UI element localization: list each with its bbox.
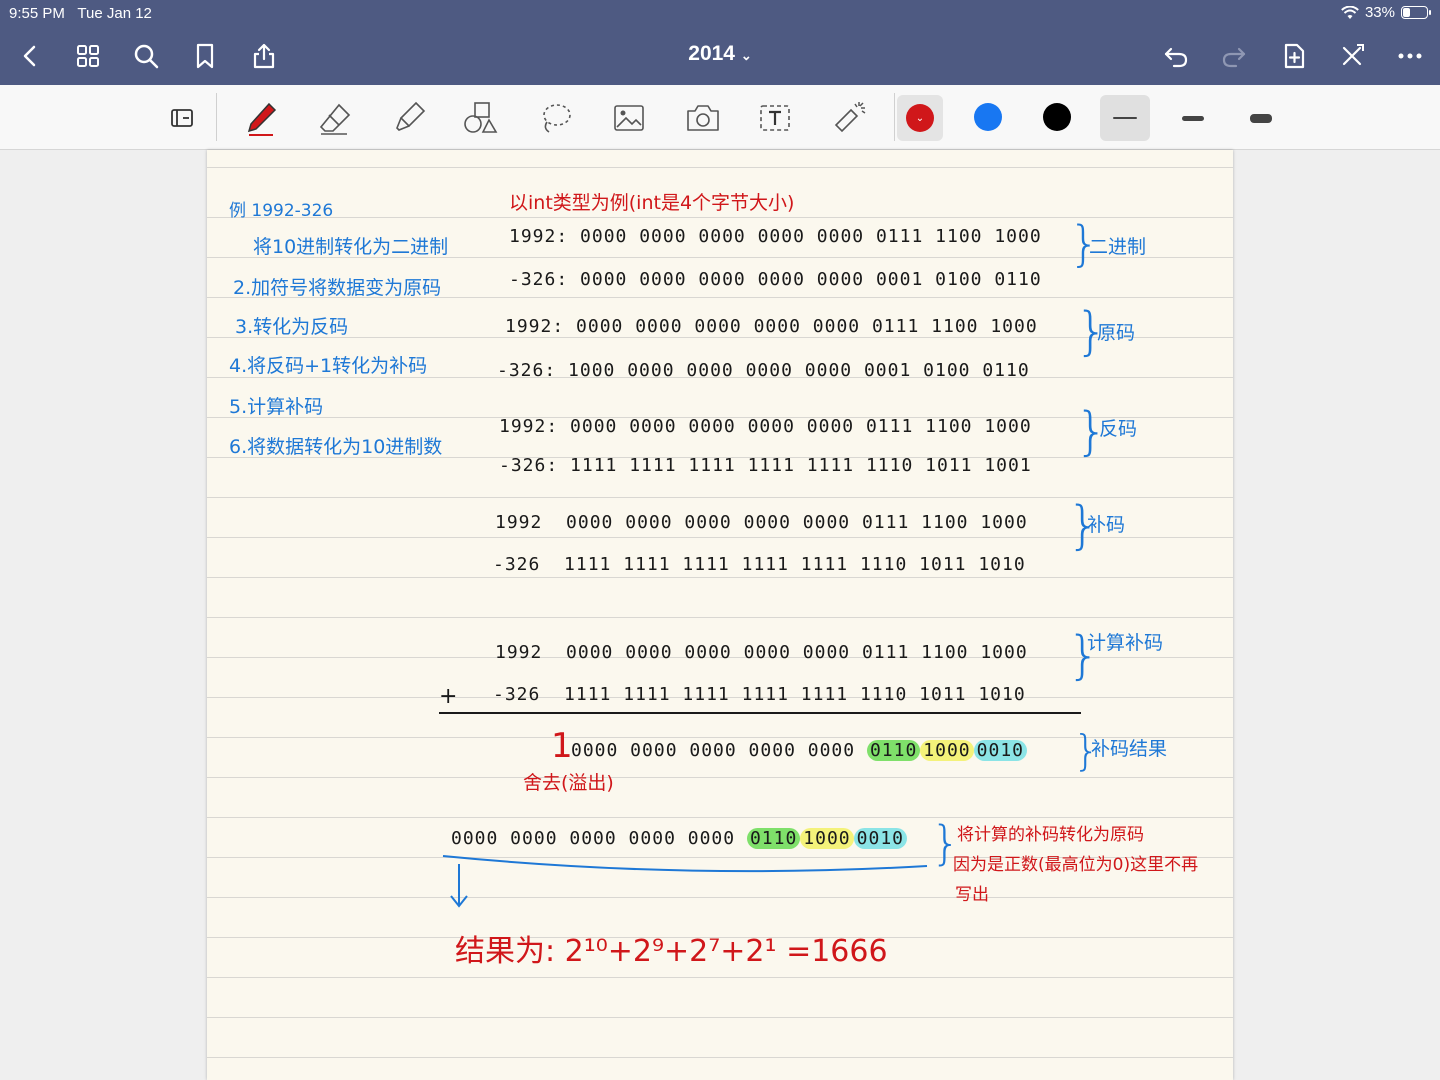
final-bits: 0000 0000 0000 0000 0000 0110 1000 0010: [451, 828, 908, 849]
original-tag: 原码: [1097, 322, 1136, 344]
search-icon[interactable]: [128, 38, 164, 74]
binary-neg326: -326: 0000 0000 0000 0000 0000 0001 0100…: [509, 269, 1042, 290]
sum-underline: [439, 712, 1081, 714]
chevron-down-icon: ⌄: [740, 48, 752, 63]
binary-tag: 二进制: [1089, 236, 1147, 258]
wifi-icon: [1341, 5, 1359, 19]
final-note-2: 因为是正数(最高位为0)这里不再: [953, 855, 1199, 875]
step-3: 3.转化为反码: [235, 316, 349, 338]
battery-percent: 33%: [1364, 4, 1395, 21]
step-1: 将10进制转化为二进制: [253, 236, 449, 258]
twos-neg326: -326 1111 1111 1111 1111 1111 1110 1011 …: [493, 554, 1026, 575]
stroke-width-thin[interactable]: [1100, 95, 1150, 141]
battery-icon: [1401, 6, 1431, 19]
ones-tag: 反码: [1099, 418, 1138, 440]
camera-icon[interactable]: [680, 95, 726, 141]
result-tag: 补码结果: [1091, 738, 1168, 760]
carry-bit: 1: [551, 726, 573, 766]
original-1992: 1992: 0000 0000 0000 0000 0000 0111 1100…: [505, 316, 1038, 337]
share-icon[interactable]: [246, 38, 282, 74]
heading: 以int类型为例(int是4个字节大小): [509, 192, 795, 214]
calc-neg326: -326 1111 1111 1111 1111 1111 1110 1011 …: [493, 684, 1026, 705]
step-6: 6.将数据转化为10进制数: [229, 436, 443, 458]
status-time: 9:55 PM Tue Jan 12: [9, 5, 152, 22]
close-tools-icon[interactable]: [1334, 38, 1370, 74]
shapes-icon[interactable]: [458, 95, 504, 141]
redo-icon[interactable]: [1216, 38, 1252, 74]
document-title[interactable]: 2014 ⌄: [620, 42, 820, 66]
original-neg326: -326: 1000 0000 0000 0000 0000 0001 0100…: [497, 360, 1030, 381]
arrow-down: [442, 855, 928, 908]
highlighter-icon[interactable]: [386, 95, 432, 141]
bookmark-icon[interactable]: [187, 38, 223, 74]
laser-pointer-icon[interactable]: [826, 95, 872, 141]
nav-bar: 2014 ⌄: [0, 28, 1440, 85]
step-2: 2.加符号将数据变为原码: [233, 277, 442, 299]
add-page-icon[interactable]: [1276, 38, 1312, 74]
chevron-down-icon: ⌄: [906, 104, 934, 132]
step-4: 4.将反码+1转化为补码: [229, 355, 428, 377]
note-page[interactable]: 例 1992-326 将10进制转化为二进制 2.加符号将数据变为原码 3.转化…: [207, 150, 1233, 1080]
calc-tag: 计算补码: [1087, 632, 1164, 654]
image-icon[interactable]: [606, 95, 652, 141]
final-answer: 结果为: 2¹⁰+2⁹+2⁷+2¹ =1666: [455, 934, 888, 969]
binary-1992: 1992: 0000 0000 0000 0000 0000 0111 1100…: [509, 226, 1042, 247]
tool-bar: ⌄: [0, 85, 1440, 150]
pen-icon[interactable]: [238, 95, 284, 141]
back-chevron-icon[interactable]: [12, 38, 48, 74]
overflow-note: 舍去(溢出): [523, 772, 614, 794]
result-bits: 0000 0000 0000 0000 0000 0110 1000 0010: [571, 740, 1028, 761]
final-note-1: 将计算的补码转化为原码: [957, 825, 1144, 845]
status-bar: 9:55 PM Tue Jan 12 33%: [0, 0, 1440, 28]
color-swatch-black[interactable]: [1043, 103, 1071, 131]
stroke-width-medium[interactable]: [1168, 95, 1218, 141]
ones-1992: 1992: 0000 0000 0000 0000 0000 0111 1100…: [499, 416, 1032, 437]
calc-1992: 1992 0000 0000 0000 0000 0000 0111 1100 …: [495, 642, 1028, 663]
text-icon[interactable]: [752, 95, 798, 141]
eraser-icon[interactable]: [312, 95, 358, 141]
status-right: 33%: [1341, 4, 1431, 21]
color-swatch-blue[interactable]: [974, 103, 1002, 131]
color-swatch-selected[interactable]: ⌄: [897, 95, 943, 141]
ones-neg326: -326: 1111 1111 1111 1111 1111 1110 1011…: [499, 455, 1032, 476]
grid-icon[interactable]: [70, 38, 106, 74]
plus-sign: +: [439, 684, 458, 709]
more-icon[interactable]: [1392, 38, 1428, 74]
example-title: 例 1992-326: [229, 201, 334, 221]
stroke-width-thick[interactable]: [1236, 95, 1286, 141]
undo-icon[interactable]: [1158, 38, 1194, 74]
final-note-3: 写出: [955, 885, 989, 905]
step-5: 5.计算补码: [229, 396, 324, 418]
twos-1992: 1992 0000 0000 0000 0000 0000 0111 1100 …: [495, 512, 1028, 533]
twos-tag: 补码: [1087, 514, 1126, 536]
lasso-select-icon[interactable]: [160, 95, 206, 141]
lasso-icon[interactable]: [532, 95, 578, 141]
